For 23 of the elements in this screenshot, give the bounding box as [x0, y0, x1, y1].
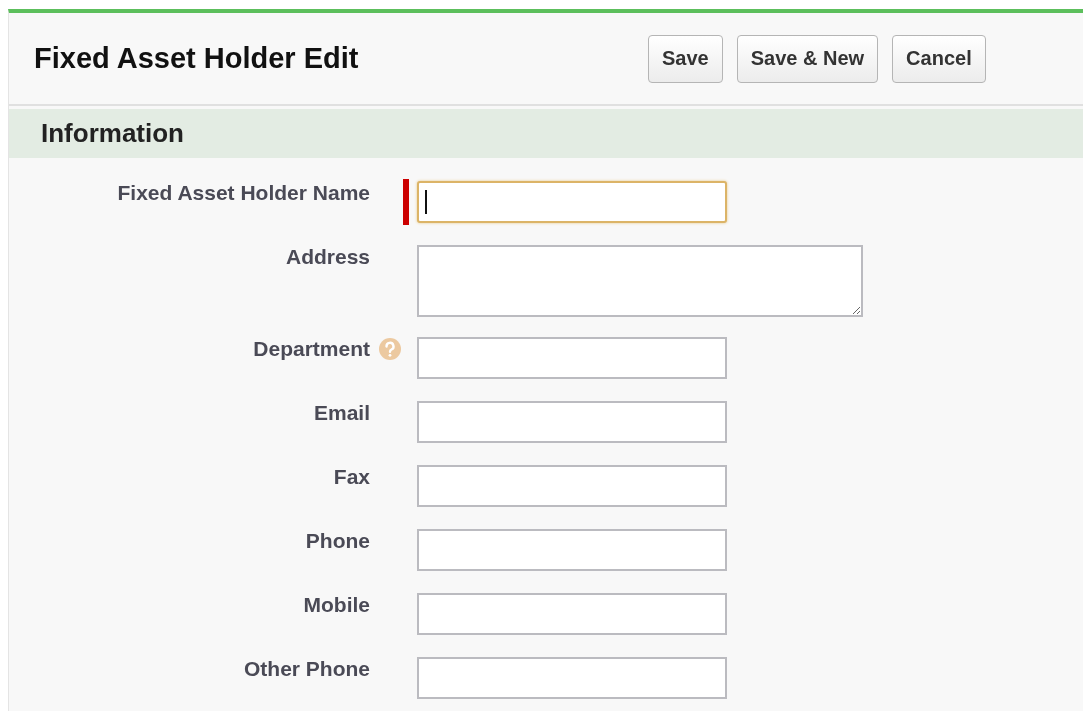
- input-field[interactable]: [417, 181, 727, 223]
- input-field[interactable]: [417, 657, 727, 699]
- input-field[interactable]: [417, 465, 727, 507]
- field-label: Mobile: [303, 593, 370, 617]
- input-field[interactable]: [417, 337, 727, 379]
- cancel-button[interactable]: Cancel: [892, 34, 986, 83]
- field-label: Phone: [305, 529, 370, 553]
- field-label: Email: [313, 401, 370, 425]
- field-label: Other Phone: [244, 657, 370, 681]
- field-label: Address: [285, 245, 370, 269]
- text-cursor: [425, 190, 427, 214]
- help-icon[interactable]: [378, 337, 402, 361]
- section-header: Information: [9, 109, 1083, 158]
- input-field[interactable]: [417, 245, 863, 317]
- field-label: Fax: [333, 465, 370, 489]
- save-button[interactable]: Save: [648, 34, 723, 83]
- input-field[interactable]: [417, 529, 727, 571]
- field-label: Department: [253, 337, 370, 361]
- input-field[interactable]: [417, 593, 727, 635]
- input-field[interactable]: [417, 401, 727, 443]
- field-label: Fixed Asset Holder Name: [117, 181, 370, 205]
- save-new-button[interactable]: Save & New: [736, 34, 879, 83]
- page-title: Fixed Asset Holder Edit: [34, 42, 360, 75]
